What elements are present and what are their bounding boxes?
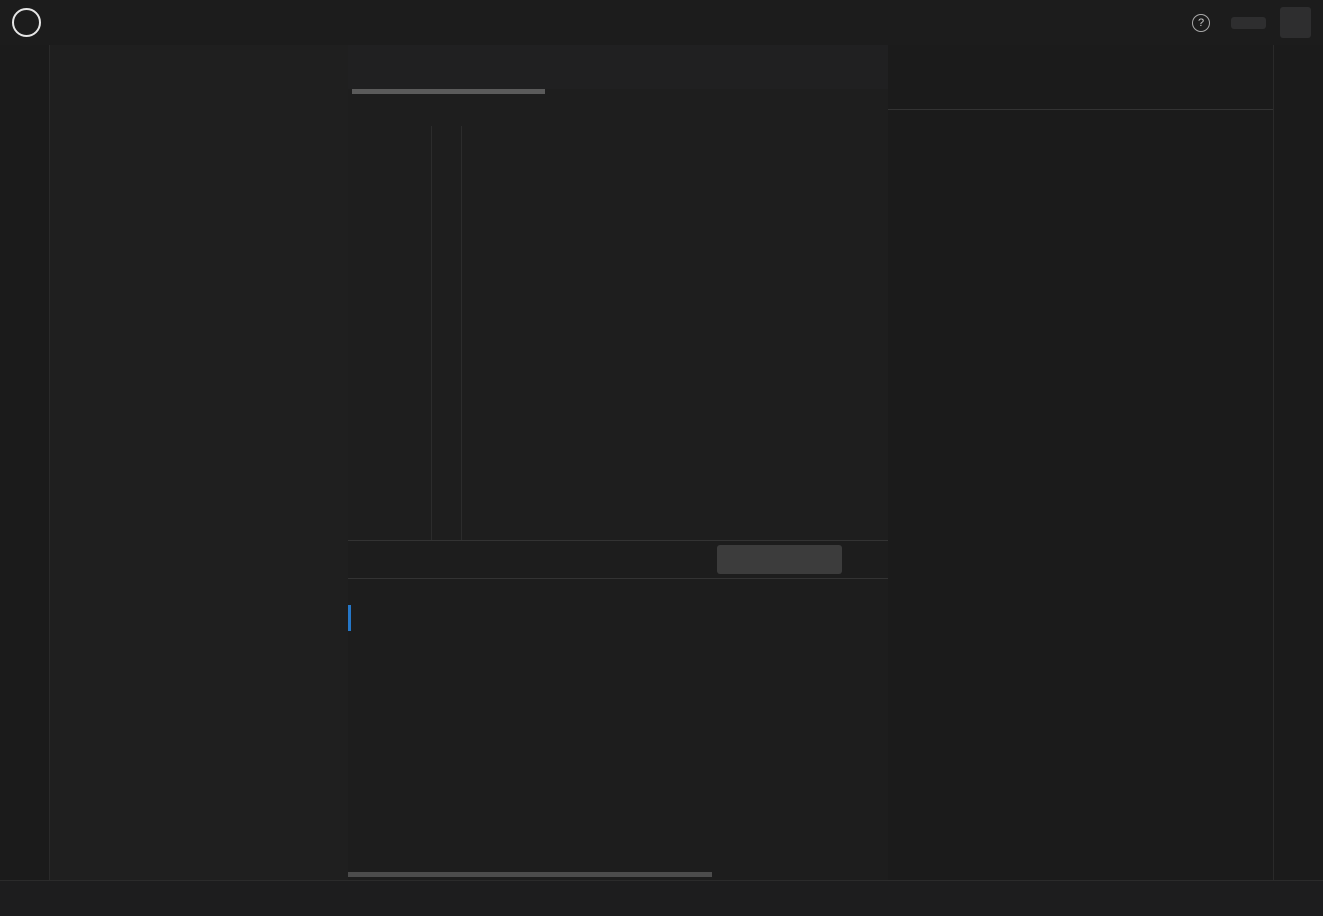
output-horizontal-scrollbar[interactable] bbox=[348, 872, 712, 877]
output-log[interactable] bbox=[348, 579, 888, 873]
titlebar: ? bbox=[0, 0, 1323, 45]
connected-button[interactable] bbox=[1231, 17, 1266, 29]
guide-button[interactable]: ? bbox=[1192, 14, 1217, 32]
avatar-button[interactable] bbox=[1280, 7, 1311, 38]
editor-tabbar bbox=[348, 45, 888, 89]
right-activity-bar bbox=[1273, 45, 1323, 880]
transactions-panel bbox=[888, 45, 1273, 880]
title-center bbox=[0, 0, 1323, 45]
title-right: ? bbox=[1192, 0, 1311, 45]
code-editor[interactable] bbox=[348, 121, 888, 540]
online-dot bbox=[1239, 16, 1246, 23]
editor-toolbar bbox=[873, 45, 888, 89]
output-filter-dropdown[interactable] bbox=[717, 545, 842, 574]
file-tree bbox=[50, 85, 348, 101]
indent-guide bbox=[431, 126, 432, 540]
statusbar bbox=[0, 880, 1323, 916]
transactions-title bbox=[888, 45, 1273, 110]
output-tabbar bbox=[348, 541, 888, 579]
editor-area bbox=[348, 45, 888, 880]
left-activity-bar bbox=[0, 45, 50, 880]
app-window: ? bbox=[0, 0, 1323, 916]
breadcrumb[interactable] bbox=[348, 94, 888, 121]
explorer-header bbox=[50, 45, 348, 85]
explorer-sidebar bbox=[50, 45, 348, 880]
question-icon: ? bbox=[1192, 14, 1210, 32]
output-focus-marker bbox=[348, 605, 351, 631]
indent-guide bbox=[461, 126, 462, 540]
output-panel bbox=[348, 540, 888, 880]
